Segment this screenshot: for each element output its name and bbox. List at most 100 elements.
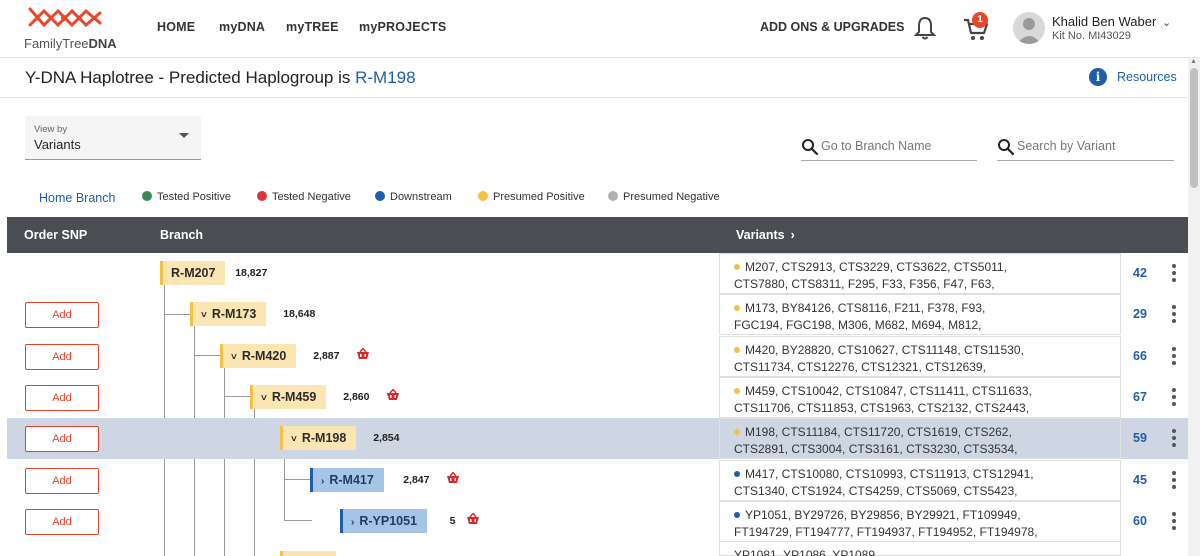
variants-line: M420, BY28820, CTS10627, CTS11148, CTS11… [734,343,1024,357]
page-title: Y-DNA Haplotree - Predicted Haplogroup i… [25,68,416,87]
add-snp-button[interactable]: Add [25,343,99,370]
table-row[interactable]: Add ˅ R-M198 2,854 M198, CTS11184, CTS11720,… [7,418,1188,460]
branch-pill[interactable]: ˅ R-M420 [220,343,297,368]
variants-line: M459, CTS10042, CTS10847, CTS11411, CTS1… [734,384,1032,398]
table-row[interactable]: Add › R-YP1051 5 YP1051, BY29726, BY29856, B… [7,500,1188,542]
table-row[interactable]: R-M207 18,827 M207, CTS2913, CTS3229, CTS3… [7,253,1188,294]
branch-pill[interactable]: ˅ R-M198 [280,426,357,451]
user-silhouette-icon [1017,18,1041,44]
branch-search-input[interactable] [821,139,971,153]
scroll-up-arrow-icon[interactable]: ▲ [1190,58,1197,65]
page-scrollbar[interactable]: ▲ [1188,58,1200,556]
chevron-right-icon: › [790,228,795,242]
nav-mydna[interactable]: myDNA [219,20,265,34]
variants-cell: M420, BY28820, CTS10627, CTS11148, CTS11… [719,335,1121,377]
view-by-value: Variants [34,137,81,152]
column-order-snp: Order SNP [24,228,88,242]
more-options-icon[interactable] [1172,429,1178,448]
variants-cell: M173, BY84126, CTS8116, F211, F378, F93,… [719,294,1121,336]
nav-myprojects[interactable]: myPROJECTS [359,20,446,34]
chevron-right-icon[interactable]: › [351,517,354,528]
table-row[interactable]: Add ˅ R-M420 2,887 M420, BY28820, CTS10627, … [7,335,1188,377]
column-variants[interactable]: Variants › [736,228,795,242]
variant-search [997,137,1174,161]
table-row[interactable]: Add ˅ R-M173 18,648 M173, BY84126, CTS8116, … [7,294,1188,336]
variants-line: YP1051, BY29726, BY29856, BY29921, FT109… [734,508,1021,522]
branch-tester-count: 2,860 [343,390,370,403]
table-row: YP1081, YP1086, YP1089, [7,541,1188,556]
branch-name: R-YP1051 [359,513,418,528]
more-options-icon[interactable] [1172,346,1178,365]
branch-pill[interactable]: ˅ R-M173 [190,302,267,327]
variant-count-link[interactable]: 42 [1133,266,1147,280]
variant-search-input[interactable] [1017,139,1167,153]
branch-name: R-M173 [211,307,257,322]
chevron-down-icon[interactable]: ˅ [261,393,267,404]
green-dot-icon [142,191,152,201]
variant-count-link[interactable]: 29 [1133,307,1147,321]
avatar[interactable] [1013,12,1045,44]
variants-line: M417, CTS10080, CTS10993, CTS11913, CTS1… [734,467,1034,481]
more-options-icon[interactable] [1172,511,1178,530]
branch-pill[interactable]: R-M207 [160,261,226,285]
basket-icon[interactable] [386,388,400,401]
dna-helix-icon [28,7,102,28]
variants-cell: M207, CTS2913, CTS3229, CTS3622, CTS5011… [719,253,1121,294]
legend-downstream: Downstream [375,191,452,203]
chevron-down-icon[interactable]: ˅ [231,352,237,363]
add-snp-button[interactable]: Add [25,467,99,494]
branch-tester-count: 2,854 [373,432,400,445]
bell-icon[interactable] [914,16,936,40]
basket-icon[interactable] [446,471,460,484]
table-row[interactable]: Add ˅ R-M459 2,860 M459, CTS10042, CTS10847,… [7,376,1188,418]
more-options-icon[interactable] [1172,264,1178,282]
resources-link[interactable]: Resources [1117,70,1177,84]
variants-line: M198, CTS11184, CTS11720, CTS1619, CTS26… [734,425,1012,439]
branch-pill[interactable]: › R-M417 [310,467,384,492]
nav-home[interactable]: HOME [157,20,195,34]
legend-presumed-negative: Presumed Negative [608,191,720,203]
variants-cell: M459, CTS10042, CTS10847, CTS11411, CTS1… [719,376,1121,418]
branch-pill[interactable] [280,551,336,556]
variant-count-link[interactable]: 66 [1133,349,1147,363]
branch-pill[interactable]: ˅ R-M459 [250,384,327,409]
scrollbar-thumb[interactable] [1190,68,1198,188]
add-snp-button[interactable]: Add [25,426,99,453]
chevron-right-icon[interactable]: › [321,476,324,487]
basket-icon[interactable] [466,512,480,525]
variant-count-link[interactable]: 67 [1133,390,1147,404]
status-dot-icon [734,511,740,518]
familytreedna-logo[interactable]: FamilyTreeDNA [24,5,124,53]
add-snp-button[interactable]: Add [25,302,99,329]
variant-count-link[interactable]: 59 [1133,431,1147,445]
variant-count-link[interactable]: 45 [1133,473,1147,487]
status-dot-icon [734,470,740,477]
variant-count-link[interactable]: 60 [1133,514,1147,528]
more-options-icon[interactable] [1172,470,1178,489]
chevron-down-icon[interactable]: ˅ [291,434,297,445]
add-ons-upgrades-link[interactable]: ADD ONS & UPGRADES [760,20,904,34]
branch-pill[interactable]: › R-YP1051 [340,508,428,533]
more-options-icon[interactable] [1172,305,1178,324]
more-options-icon[interactable] [1172,387,1178,406]
add-snp-button[interactable]: Add [25,508,99,535]
status-dot-icon [734,346,740,353]
info-icon[interactable]: i [1089,68,1107,86]
variants-line: M173, BY84126, CTS8116, F211, F378, F93, [734,301,985,315]
nav-mytree[interactable]: myTREE [286,20,339,34]
chevron-down-icon[interactable]: ⌄ [1162,16,1171,29]
basket-icon[interactable] [356,347,370,360]
status-dot-icon [734,429,740,436]
legend-presumed-positive: Presumed Positive [478,191,585,203]
table-header: Order SNP Branch Variants › [7,217,1188,253]
view-by-select[interactable]: View by Variants [25,116,201,160]
home-branch-link[interactable]: Home Branch [39,191,115,205]
user-name[interactable]: Khalid Ben Waber [1052,14,1156,29]
add-snp-button[interactable]: Add [25,384,99,411]
table-row[interactable]: Add › R-M417 2,847 M417, CTS10080, CTS10993,… [7,459,1188,501]
variants-line: CTS11734, CTS12276, CTS12321, CTS12639, [734,359,986,374]
dropdown-caret-icon [179,133,189,138]
variants-line: YP1081, YP1086, YP1089, [734,548,879,556]
view-by-label: View by [34,124,68,135]
chevron-down-icon[interactable]: ˅ [201,310,207,321]
